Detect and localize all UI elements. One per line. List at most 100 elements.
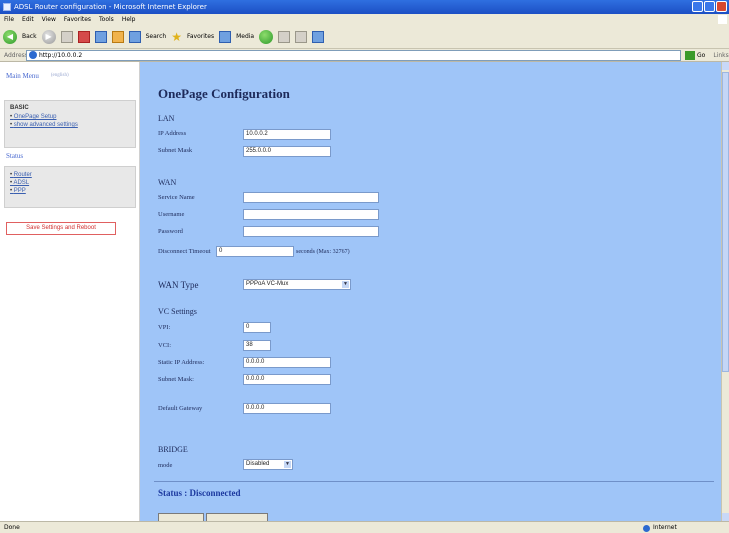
vci-label: VCI: [158, 342, 171, 349]
config-panel: OnePage Configuration LAN IP Address 10.… [140, 62, 721, 521]
address-bar: Address http://10.0.0.2 Go Links [0, 49, 729, 62]
mail-icon[interactable] [278, 30, 291, 43]
bridge-mode-value: Disabled [246, 461, 270, 467]
maximize-button[interactable] [704, 1, 715, 12]
basic-menu-box: BASIC OnePage Setup show advanced settin… [4, 100, 136, 148]
password-label: Password [158, 228, 183, 235]
disconnect-timeout-input[interactable]: 0 [216, 246, 294, 257]
username-label: Username [158, 211, 185, 218]
scroll-down-icon[interactable] [722, 513, 729, 521]
menu-file[interactable]: File [4, 14, 14, 25]
lan-mask-input[interactable]: 255.0.0.0 [243, 146, 331, 157]
title-bar: ADSL Router configuration - Microsoft In… [0, 0, 729, 14]
security-zone: Internet [643, 522, 677, 533]
history-icon[interactable] [259, 29, 274, 44]
lan-ip-label: IP Address [158, 130, 187, 137]
bridge-mode-select[interactable]: Disabled ▼ [243, 459, 293, 470]
menu-edit[interactable]: Edit [22, 14, 34, 25]
edit-icon[interactable] [312, 30, 325, 43]
basic-title: BASIC [10, 105, 29, 111]
ie-page-icon [29, 51, 37, 59]
media-icon[interactable] [219, 30, 232, 43]
address-label: Address [4, 51, 28, 59]
page-icon[interactable] [60, 30, 73, 43]
wan-type-select[interactable]: PPPoA VC-Mux ▼ [243, 279, 351, 290]
close-button[interactable] [716, 1, 727, 12]
status-menu-box: Router ADSL PPP [4, 166, 136, 208]
password-input[interactable] [243, 226, 379, 237]
search-icon[interactable] [128, 30, 141, 43]
lan-mask-label: Subnet Mask [158, 147, 193, 154]
connect-button[interactable] [206, 513, 268, 521]
nav-link-advanced-settings[interactable]: show advanced settings [10, 121, 130, 129]
stop-icon[interactable] [77, 30, 90, 43]
minimize-button[interactable] [692, 1, 703, 12]
refresh-icon[interactable] [94, 30, 107, 43]
browser-window: ADSL Router configuration - Microsoft In… [0, 0, 729, 533]
chevron-down-icon[interactable]: ▼ [284, 461, 291, 468]
scroll-up-icon[interactable] [722, 62, 729, 70]
wan-heading: WAN [158, 178, 177, 187]
apply-button[interactable] [158, 513, 204, 521]
wan-type-value: PPPoA VC-Mux [246, 281, 289, 287]
search-button-label[interactable]: Search [146, 33, 167, 40]
windows-logo-icon [718, 15, 727, 24]
nav-link-onepage-setup[interactable]: OnePage Setup [10, 113, 130, 121]
left-navigation: Main Menu (english) BASIC OnePage Setup … [0, 62, 140, 521]
scroll-thumb[interactable] [722, 72, 729, 372]
forward-arrow-icon[interactable]: ▶ [41, 29, 56, 44]
links-label[interactable]: Links [713, 52, 728, 59]
print-icon[interactable] [295, 30, 308, 43]
main-menu-heading: Main Menu (english) [6, 72, 69, 80]
status-heading: Status [6, 152, 24, 160]
vpi-input[interactable]: 0 [243, 322, 271, 333]
vci-input[interactable]: 38 [243, 340, 271, 351]
section-divider [154, 481, 714, 482]
lan-ip-input[interactable]: 10.0.0.2 [243, 129, 331, 140]
nav-link-adsl[interactable]: ADSL [10, 179, 130, 187]
menu-tools[interactable]: Tools [99, 14, 114, 25]
vpi-label: VPI: [158, 324, 171, 331]
vertical-scrollbar[interactable] [721, 62, 729, 521]
status-bar: Done Internet [0, 521, 729, 533]
vc-subnet-label: Subnet Mask: [158, 376, 194, 383]
connection-status: Status : Disconnected [158, 488, 241, 498]
menu-help[interactable]: Help [122, 14, 136, 25]
media-button-label[interactable]: Media [236, 33, 254, 40]
globe-icon [643, 525, 650, 532]
static-ip-label: Static IP Address: [158, 359, 205, 366]
go-arrow-icon[interactable] [685, 50, 695, 60]
chevron-down-icon[interactable]: ▼ [342, 281, 349, 288]
lan-heading: LAN [158, 114, 175, 123]
default-gateway-input[interactable]: 0.0.0.0 [243, 403, 331, 414]
back-button-label[interactable]: Back [22, 33, 37, 40]
page-title: OnePage Configuration [158, 86, 290, 101]
main-menu-label: Main Menu [6, 72, 39, 80]
favorites-button-label[interactable]: Favorites [187, 33, 214, 40]
address-input[interactable]: http://10.0.0.2 [26, 49, 681, 61]
bridge-mode-label: mode [158, 462, 173, 469]
menu-bar: File Edit View Favorites Tools Help [0, 14, 729, 25]
nav-link-ppp[interactable]: PPP [10, 187, 130, 195]
language-link[interactable]: (english) [51, 72, 69, 80]
disconnect-timeout-label: Disconnect Timeout [158, 248, 211, 255]
home-icon[interactable] [111, 30, 124, 43]
back-arrow-icon[interactable]: ◀ [3, 29, 17, 44]
window-title: ADSL Router configuration - Microsoft In… [14, 3, 207, 11]
menu-view[interactable]: View [42, 14, 56, 25]
static-ip-input[interactable]: 0.0.0.0 [243, 357, 331, 368]
save-and-reboot-button[interactable]: Save Settings and Reboot [6, 222, 116, 235]
status-text: Done [4, 524, 20, 531]
go-button-label[interactable]: Go [697, 52, 705, 59]
nav-link-router[interactable]: Router [10, 171, 130, 179]
toolbar: ◀ Back ▶ Search ★ Favorites Media [0, 25, 729, 49]
menu-favorites[interactable]: Favorites [64, 14, 91, 25]
wan-type-label: WAN Type [158, 280, 199, 290]
timeout-note: seconds (Max: 32767) [296, 249, 350, 255]
address-url[interactable]: http://10.0.0.2 [39, 52, 82, 59]
service-name-input[interactable] [243, 192, 379, 203]
username-input[interactable] [243, 209, 379, 220]
ie-app-icon [3, 3, 11, 11]
favorites-star-icon[interactable]: ★ [171, 31, 182, 43]
vc-subnet-input[interactable]: 0.0.0.0 [243, 374, 331, 385]
